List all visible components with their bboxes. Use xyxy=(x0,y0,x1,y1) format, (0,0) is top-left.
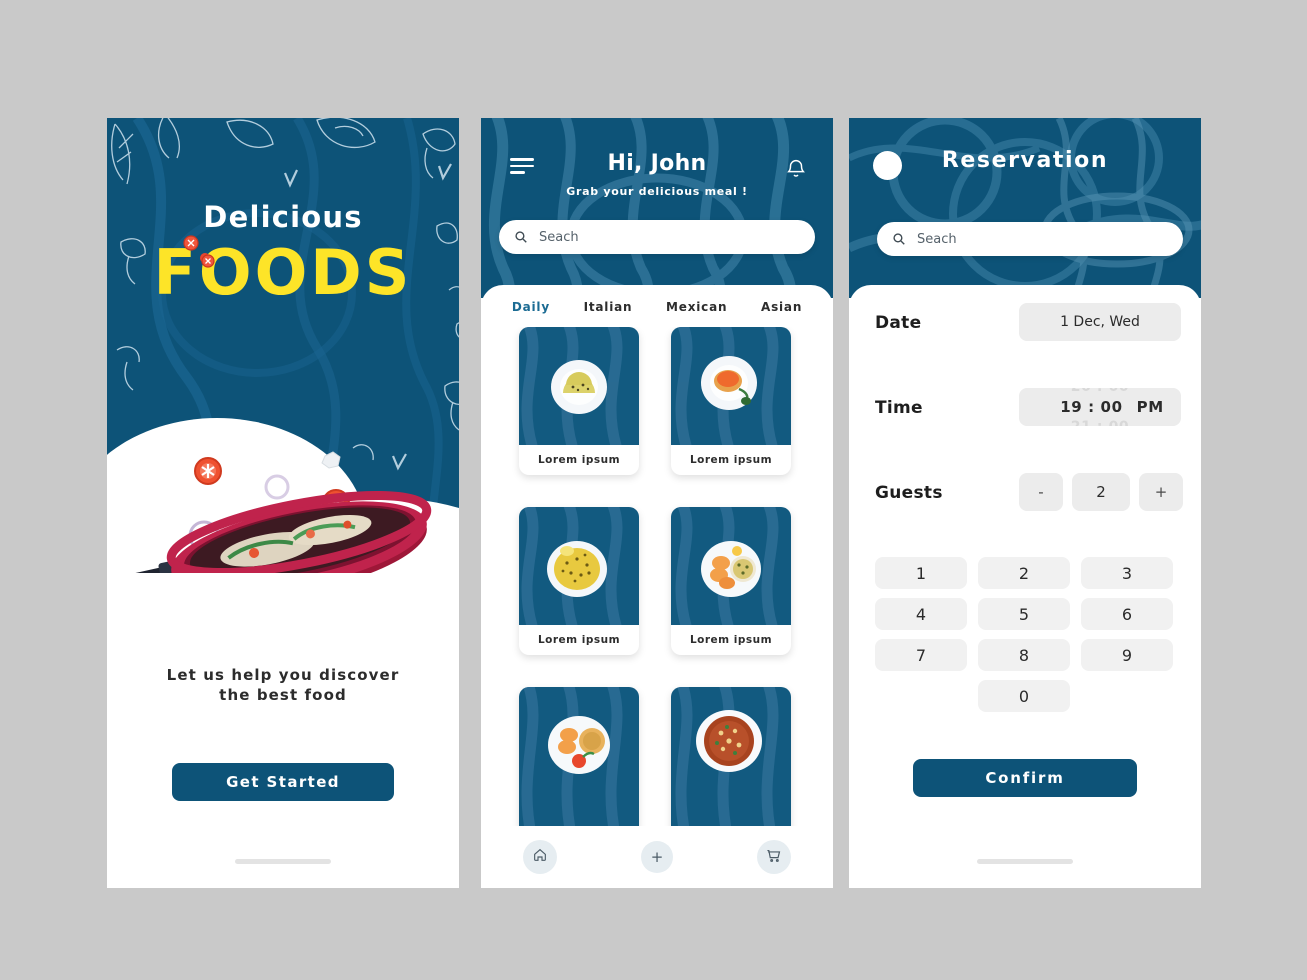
tagline-line-1: Let us help you discover xyxy=(166,666,400,684)
time-meridiem: PM xyxy=(1136,398,1164,416)
nav-home-button[interactable] xyxy=(523,840,557,874)
tagline: Let us help you discover the best food xyxy=(107,665,459,705)
search-icon xyxy=(892,232,906,246)
food-image xyxy=(519,327,639,445)
confirm-button[interactable]: Confirm xyxy=(913,759,1137,797)
key-5[interactable]: 5 xyxy=(978,598,1070,630)
guests-label: Guests xyxy=(875,483,943,503)
food-image xyxy=(671,687,791,837)
tagline-line-2: the best food xyxy=(219,686,347,704)
bottom-navigation: + xyxy=(481,826,833,888)
search-placeholder: Seach xyxy=(917,231,957,247)
search-bar[interactable]: Seach xyxy=(877,222,1183,256)
mockup-canvas: Delicious FOODS Let us help you discover… xyxy=(0,0,1307,980)
food-image xyxy=(671,327,791,445)
guests-value: 2 xyxy=(1072,473,1130,511)
hero-headline: FOODS xyxy=(153,236,413,309)
food-card[interactable] xyxy=(519,687,639,837)
key-9[interactable]: 9 xyxy=(1081,639,1173,671)
time-ghost-next: 21 : 00 xyxy=(1019,419,1181,426)
food-image xyxy=(519,687,639,837)
key-2[interactable]: 2 xyxy=(978,557,1070,589)
key-7[interactable]: 7 xyxy=(875,639,967,671)
hero-title: Delicious xyxy=(203,200,363,234)
reservation-title: Reservation xyxy=(941,148,1109,173)
food-image xyxy=(519,507,639,625)
food-card-label: Lorem ipsum xyxy=(689,634,773,646)
key-3[interactable]: 3 xyxy=(1081,557,1173,589)
home-indicator xyxy=(977,859,1073,864)
search-bar[interactable]: Seach xyxy=(499,220,815,254)
food-card[interactable]: Lorem ipsum xyxy=(671,507,791,655)
nav-cart-button[interactable] xyxy=(757,840,791,874)
greeting-subtitle: Grab your delicious meal ! xyxy=(566,185,748,198)
home-icon xyxy=(532,847,548,867)
food-card[interactable] xyxy=(671,687,791,837)
key-8[interactable]: 8 xyxy=(978,639,1070,671)
search-placeholder: Seach xyxy=(539,229,579,245)
tab-italian[interactable]: Italian xyxy=(584,300,633,314)
get-started-button[interactable]: Get Started xyxy=(172,763,394,801)
nav-add-button[interactable]: + xyxy=(641,841,673,873)
greeting-title: Hi, John xyxy=(607,151,707,176)
tab-daily[interactable]: Daily xyxy=(512,300,550,314)
tab-mexican[interactable]: Mexican xyxy=(666,300,727,314)
plus-icon: + xyxy=(650,848,664,866)
guests-stepper: - 2 + xyxy=(1019,473,1183,511)
cart-icon xyxy=(766,847,783,868)
food-image xyxy=(671,507,791,625)
onboarding-footer: Let us help you discover the best food G… xyxy=(107,573,459,888)
screen-home: Hi, John Grab your delicious meal ! Seac… xyxy=(481,118,833,888)
food-card-label: Lorem ipsum xyxy=(537,634,621,646)
key-6[interactable]: 6 xyxy=(1081,598,1173,630)
decorative-waves xyxy=(849,118,1201,298)
guests-decrement-button[interactable]: - xyxy=(1019,473,1063,511)
screen-reservation: Reservation Seach Date 1 Dec, Wed Time 2… xyxy=(849,118,1201,888)
screen-onboarding: Delicious FOODS Let us help you discover… xyxy=(107,118,459,888)
food-card[interactable]: Lorem ipsum xyxy=(671,327,791,475)
tab-asian[interactable]: Asian xyxy=(761,300,802,314)
key-1[interactable]: 1 xyxy=(875,557,967,589)
category-tabs: Daily Italian Mexican Asian xyxy=(481,300,833,314)
home-indicator xyxy=(235,859,331,864)
hero-banner: Delicious FOODS xyxy=(107,118,459,578)
time-value-field[interactable]: 20 : 00 21 : 00 19 : 00 PM xyxy=(1019,388,1181,426)
time-ghost-previous: 20 : 00 xyxy=(1019,388,1181,395)
home-content-sheet: Daily Italian Mexican Asian Lorem ipsum … xyxy=(481,285,833,888)
search-icon xyxy=(514,230,528,244)
notification-bell-icon[interactable] xyxy=(785,156,807,180)
time-selected-value: 19 : 00 xyxy=(1060,398,1123,416)
food-card-grid: Lorem ipsum Lorem ipsum Lorem ipsum Lore… xyxy=(481,327,833,842)
date-label: Date xyxy=(875,313,922,333)
food-card[interactable]: Lorem ipsum xyxy=(519,507,639,655)
food-card[interactable]: Lorem ipsum xyxy=(519,327,639,475)
numeric-keypad: 1 2 3 4 5 6 7 8 9 0 xyxy=(875,557,1175,712)
key-0[interactable]: 0 xyxy=(978,680,1070,712)
frying-pan-illustration xyxy=(107,448,459,578)
decorative-waves xyxy=(489,118,796,298)
time-label: Time xyxy=(875,398,923,418)
food-card-label: Lorem ipsum xyxy=(689,454,773,466)
date-value-field[interactable]: 1 Dec, Wed xyxy=(1019,303,1181,341)
home-header: Hi, John Grab your delicious meal ! xyxy=(481,118,833,298)
guests-increment-button[interactable]: + xyxy=(1139,473,1183,511)
reservation-form: Date 1 Dec, Wed Time 20 : 00 21 : 00 19 … xyxy=(849,285,1201,888)
reservation-header: Reservation xyxy=(849,118,1201,298)
food-card-label: Lorem ipsum xyxy=(537,454,621,466)
key-4[interactable]: 4 xyxy=(875,598,967,630)
